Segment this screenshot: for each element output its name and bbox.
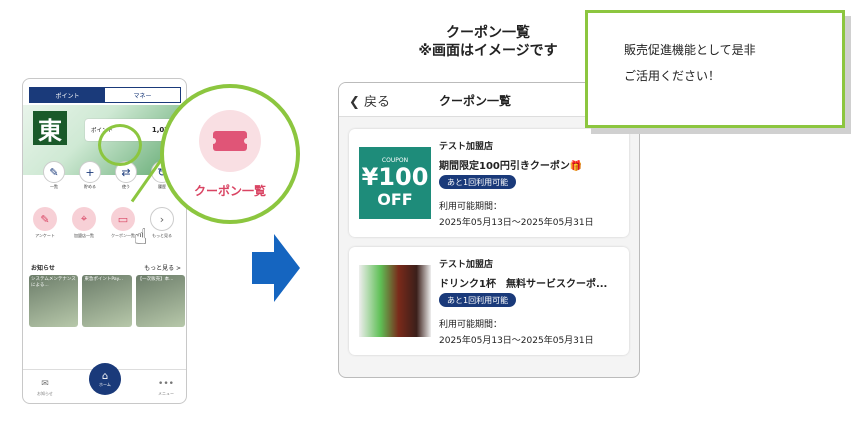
list-icon: ✎ bbox=[43, 161, 65, 183]
action-label: 履歴 bbox=[158, 184, 166, 189]
arrow-right-icon bbox=[252, 234, 300, 302]
news-more-link[interactable]: もっと見る > bbox=[144, 263, 181, 272]
home-icon: ⌂ bbox=[101, 370, 109, 382]
brand-logo: 東 bbox=[33, 111, 67, 145]
coupon-image bbox=[359, 265, 431, 337]
pencil-icon: ✎ bbox=[33, 207, 57, 231]
action-label: 一覧 bbox=[50, 184, 58, 189]
coupon-image: COUPON ¥100 OFF bbox=[359, 147, 431, 219]
callout-line2: ご活用ください！ bbox=[624, 69, 721, 83]
coupon-tile bbox=[199, 109, 261, 172]
chevron-left-icon: ❮ bbox=[349, 95, 365, 110]
period-value: 2025年05月13日〜2025年05月31日 bbox=[439, 218, 594, 228]
right-title-line1: クーポン一覧 bbox=[446, 25, 530, 41]
action-list[interactable]: ✎ 一覧 bbox=[41, 161, 67, 193]
right-title: クーポン一覧 ※画面はイメージです bbox=[408, 24, 568, 60]
period-label: 利用可能期間： bbox=[439, 202, 503, 212]
period-label: 利用可能期間： bbox=[439, 320, 503, 330]
plus-icon: + bbox=[79, 161, 101, 183]
coupon-image-off: OFF bbox=[377, 190, 413, 209]
news-list: システムメンテナンスによる... 東急ポイントPay... 【一次販売】本... bbox=[29, 275, 185, 327]
menu-label: アンケート bbox=[35, 233, 55, 238]
action-label: 使う bbox=[122, 184, 130, 189]
usage-badge: あと1回利用可能 bbox=[439, 175, 517, 189]
menu-more[interactable]: › もっと見る bbox=[146, 207, 178, 239]
ticket-icon bbox=[210, 130, 250, 151]
action-earn[interactable]: + 貯める bbox=[77, 161, 103, 193]
nav-home[interactable]: ⌂ ホーム bbox=[89, 363, 121, 395]
gift-icon: 🎁 bbox=[569, 161, 583, 172]
back-button[interactable]: ❮ 戻る bbox=[349, 91, 390, 110]
coupon-card[interactable]: テスト加盟店 ドリンク1杯 無料サービスクーポ... あと1回利用可能 利用可能… bbox=[349, 247, 629, 355]
pointing-hand-icon: ☝ bbox=[134, 225, 148, 250]
coupon-card[interactable]: COUPON ¥100 OFF テスト加盟店 期間限定100円引きクーポン🎁 あ… bbox=[349, 129, 629, 237]
mail-icon: ✉ bbox=[41, 378, 49, 389]
wallet-tabs: ポイント マネー bbox=[29, 87, 181, 103]
nav-label: メニュー bbox=[158, 390, 174, 396]
shop-name: テスト加盟店 bbox=[439, 142, 494, 152]
news-item[interactable]: 東急ポイントPay... bbox=[82, 275, 132, 327]
menu-label: もっと見る bbox=[152, 233, 172, 238]
tab-money[interactable]: マネー bbox=[105, 88, 180, 102]
back-label: 戻る bbox=[364, 95, 391, 110]
callout-line1: 販売促進機能として是非 bbox=[624, 43, 756, 57]
zoom-label: クーポン一覧 bbox=[193, 183, 266, 198]
news-item[interactable]: システムメンテナンスによる... bbox=[29, 275, 79, 327]
phone-mockup: ポイント マネー 東 ポイント 1,070 ✎一覧 +貯める ⇄使う ↻履歴 ✎… bbox=[22, 78, 187, 404]
period-value: 2025年05月13日〜2025年05月31日 bbox=[439, 336, 594, 346]
coupon-highlight-ring bbox=[98, 124, 142, 166]
shop-name: テスト加盟店 bbox=[439, 260, 494, 270]
ticket-icon: ▭ bbox=[111, 207, 135, 231]
menu-stores[interactable]: ⌖ 加盟店一覧 bbox=[68, 207, 100, 239]
news-header: お知らせ もっと見る > bbox=[31, 263, 181, 272]
screen-title: クーポン一覧 bbox=[439, 94, 512, 108]
more-icon: ••• bbox=[158, 378, 174, 389]
map-icon: ⌖ bbox=[72, 207, 96, 231]
zoom-callout: クーポン一覧 bbox=[160, 84, 300, 224]
feature-menu: ✎ アンケート ⌖ 加盟店一覧 ▭ クーポン一覧 › もっと見る bbox=[29, 207, 186, 239]
nav-label: ホーム bbox=[99, 381, 111, 387]
menu-survey[interactable]: ✎ アンケート bbox=[29, 207, 61, 239]
news-item[interactable]: 【一次販売】本... bbox=[135, 275, 185, 327]
menu-label: クーポン一覧 bbox=[111, 233, 135, 238]
nav-notices[interactable]: ✉ お知らせ bbox=[37, 379, 53, 397]
promo-callout: 販売促進機能として是非 ご活用ください！ bbox=[585, 10, 845, 128]
coupon-title: ドリンク1杯 無料サービスクーポ... bbox=[439, 279, 608, 290]
quick-actions: ✎一覧 +貯める ⇄使う ↻履歴 bbox=[41, 161, 181, 193]
nav-label: お知らせ bbox=[37, 390, 53, 396]
menu-label: 加盟店一覧 bbox=[74, 233, 94, 238]
news-title: お知らせ bbox=[31, 265, 55, 272]
coupon-image-amount: ¥100 bbox=[361, 163, 429, 191]
chevron-right-icon: › bbox=[150, 207, 174, 231]
coupon-title-text: 期間限定100円引きクーポン bbox=[439, 161, 570, 172]
usage-badge: あと1回利用可能 bbox=[439, 293, 517, 307]
tab-points[interactable]: ポイント bbox=[30, 88, 105, 102]
coupon-title: 期間限定100円引きクーポン🎁 bbox=[439, 157, 582, 172]
right-title-line2: ※画面はイメージです bbox=[418, 43, 558, 59]
nav-menu[interactable]: ••• メニュー bbox=[158, 379, 174, 397]
action-label: 貯める bbox=[84, 184, 96, 189]
